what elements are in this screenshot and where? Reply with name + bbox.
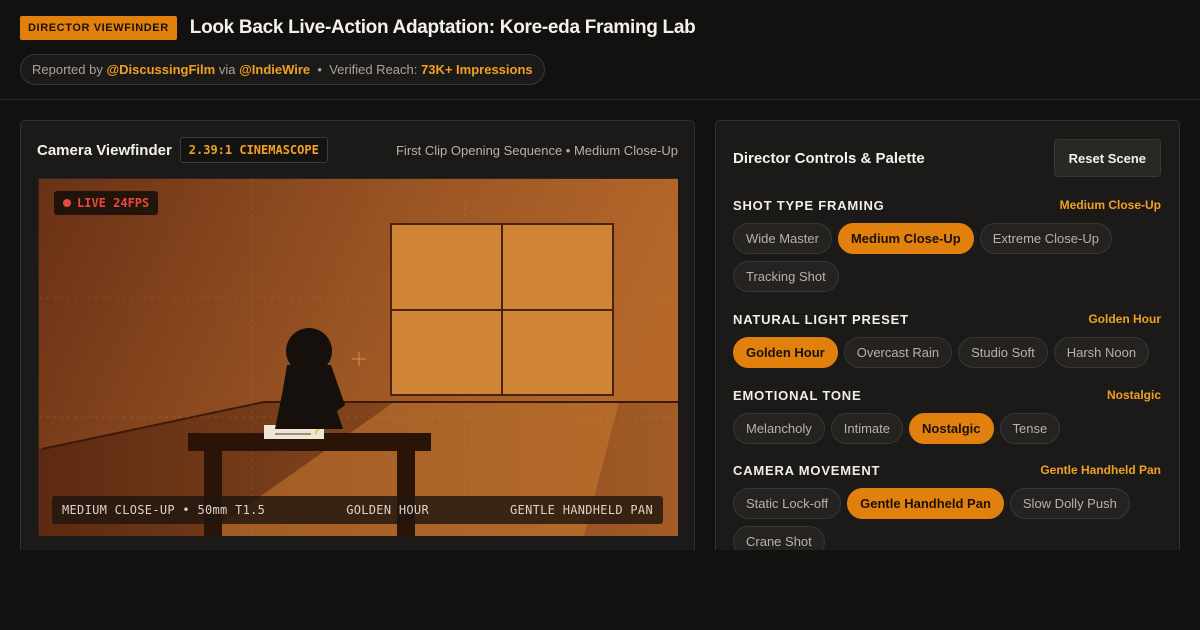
section-label: NATURAL LIGHT PRESET [733,311,909,327]
camera-movement-section: CAMERA MOVEMENT Gentle Handheld Pan Stat… [733,462,1161,550]
emotional-tone-options: Melancholy Intimate Nostalgic Tense [733,413,1161,444]
viewfinder-header: Camera Viewfinder 2.39:1 CINEMASCOPE Fir… [37,137,678,163]
title-row: DIRECTOR VIEWFINDER Look Back Live-Actio… [20,16,1180,40]
scene-illustration [39,179,678,536]
shot-type-section: SHOT TYPE FRAMING Medium Close-Up Wide M… [733,197,1161,292]
chip-overcast-rain[interactable]: Overcast Rain [843,337,953,368]
hud-shot-lens: MEDIUM CLOSE-UP • 50mm T1.5 [62,503,266,517]
chip-wide-master[interactable]: Wide Master [733,223,832,254]
source-link[interactable]: @IndieWire [239,62,310,77]
chip-gentle-handheld-pan[interactable]: Gentle Handheld Pan [847,488,1004,519]
reported-prefix: Reported by [32,62,103,77]
shot-type-options: Wide Master Medium Close-Up Extreme Clos… [733,223,1161,292]
chip-crane-shot[interactable]: Crane Shot [733,526,825,550]
source-meta-pill: Reported by @DiscussingFilm via @IndieWi… [20,54,545,85]
reach-value: 73K+ Impressions [421,62,533,77]
section-current-value: Medium Close-Up [1059,198,1161,212]
live-label: LIVE 24FPS [77,196,150,210]
chip-nostalgic[interactable]: Nostalgic [909,413,994,444]
page-title: Look Back Live-Action Adaptation: Kore-e… [189,17,696,38]
director-viewfinder-badge: DIRECTOR VIEWFINDER [20,16,177,40]
chip-tense[interactable]: Tense [999,413,1061,444]
emotional-tone-header: EMOTIONAL TONE Nostalgic [733,387,1161,403]
light-preset-section: NATURAL LIGHT PRESET Golden Hour Golden … [733,311,1161,368]
section-label: EMOTIONAL TONE [733,387,862,403]
chip-melancholy[interactable]: Melancholy [733,413,825,444]
emotional-tone-section: EMOTIONAL TONE Nostalgic Melancholy Inti… [733,387,1161,444]
camera-movement-options: Static Lock-off Gentle Handheld Pan Slow… [733,488,1161,550]
shot-type-header: SHOT TYPE FRAMING Medium Close-Up [733,197,1161,213]
chip-extreme-close-up[interactable]: Extreme Close-Up [979,223,1112,254]
top-header: DIRECTOR VIEWFINDER Look Back Live-Actio… [0,0,1200,100]
reset-scene-button[interactable]: Reset Scene [1053,139,1161,177]
clip-subtitle: First Clip Opening Sequence • Medium Clo… [395,142,678,158]
camera-viewfinder-panel: Camera Viewfinder 2.39:1 CINEMASCOPE Fir… [20,120,695,550]
viewfinder-title: Camera Viewfinder [37,141,172,159]
chip-tracking-shot[interactable]: Tracking Shot [733,261,839,292]
chip-slow-dolly-push[interactable]: Slow Dolly Push [1009,488,1130,519]
chip-intimate[interactable]: Intimate [830,413,904,444]
section-current-value: Nostalgic [1106,388,1161,402]
recording-dot-icon [63,199,71,207]
chip-medium-close-up[interactable]: Medium Close-Up [837,223,974,254]
controls-header: Director Controls & Palette Reset Scene [733,139,1161,177]
section-current-value: Golden Hour [1088,312,1161,326]
light-preset-options: Golden Hour Overcast Rain Studio Soft Ha… [733,337,1161,368]
reporter-link[interactable]: @DiscussingFilm [106,62,215,77]
hud-movement: GENTLE HANDHELD PAN [510,503,653,517]
controls-title: Director Controls & Palette [733,149,925,167]
meta-separator: • [317,62,322,77]
section-label: CAMERA MOVEMENT [733,462,881,478]
viewfinder-frame[interactable]: LIVE 24FPS MEDIUM CLOSE-UP • 50mm T1.5 G… [38,178,678,536]
section-current-value: Gentle Handheld Pan [1040,463,1161,477]
chip-studio-soft[interactable]: Studio Soft [958,337,1048,368]
chip-golden-hour[interactable]: Golden Hour [733,337,838,368]
camera-movement-header: CAMERA MOVEMENT Gentle Handheld Pan [733,462,1161,478]
chip-static-lock-off[interactable]: Static Lock-off [733,488,842,519]
light-preset-header: NATURAL LIGHT PRESET Golden Hour [733,311,1161,327]
section-label: SHOT TYPE FRAMING [733,197,885,213]
live-indicator: LIVE 24FPS [54,191,159,215]
hud-light: GOLDEN HOUR [346,503,429,517]
viewfinder-hud: MEDIUM CLOSE-UP • 50mm T1.5 GOLDEN HOUR … [52,496,663,524]
director-controls-panel: Director Controls & Palette Reset Scene … [715,120,1180,550]
aspect-ratio-tag: 2.39:1 CINEMASCOPE [179,137,328,163]
chip-harsh-noon[interactable]: Harsh Noon [1053,337,1150,368]
reach-label: Verified Reach: [329,62,418,77]
via-word: via [218,62,236,77]
